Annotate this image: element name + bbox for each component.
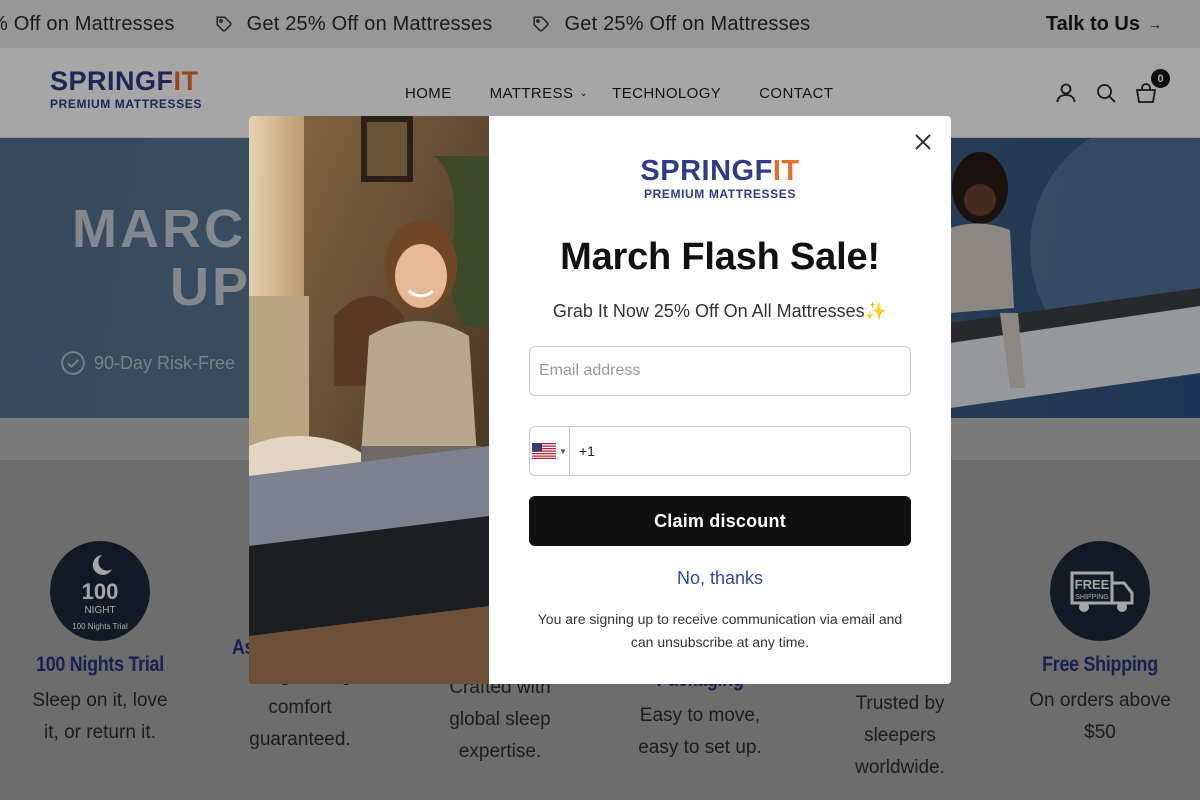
- signup-disclaimer: You are signing up to receive communicat…: [537, 611, 903, 650]
- svg-text:100 Nights Trial: 100 Nights Trial: [72, 622, 128, 631]
- nav-item-contact[interactable]: CONTACT: [759, 85, 833, 102]
- check-circle-icon: [61, 351, 85, 375]
- nav-item-mattress[interactable]: MATTRESS ⌄: [490, 85, 589, 102]
- announcement-message: % Off on Mattresses: [0, 12, 175, 35]
- nav-item-technology[interactable]: TECHNOLOGY: [612, 85, 721, 102]
- svg-text:SHIPPING: SHIPPING: [1075, 594, 1108, 601]
- popup-brand-logo: SPRINGFIT PREMIUM MATTRESSES: [640, 155, 800, 201]
- popup-subtitle: Grab It Now 25% Off On All Mattresses✨: [552, 301, 888, 321]
- popup-content: SPRINGFIT PREMIUM MATTRESSES March Flash…: [489, 116, 951, 684]
- moon-100-night-badge-icon: 100 NIGHT 100 Nights Trial: [50, 541, 150, 641]
- announcement-bar: % Off on Mattresses Get 25% Off on Mattr…: [0, 0, 1200, 48]
- us-flag-icon: [532, 443, 556, 459]
- hero-title: MARC UP: [72, 199, 252, 317]
- arrow-right-icon: →: [1148, 16, 1162, 32]
- nav-item-home[interactable]: HOME: [405, 85, 452, 102]
- phone-field[interactable]: ▼ +1: [529, 426, 911, 476]
- hero-trial-text: 90-Day Risk-Free: [60, 350, 235, 376]
- no-thanks-link[interactable]: No, thanks: [489, 568, 951, 589]
- announcement-message: Get 25% Off on Mattresses: [532, 13, 810, 36]
- talk-to-us-link[interactable]: Talk to Us →: [1046, 0, 1162, 48]
- popup-title: March Flash Sale!: [560, 236, 880, 278]
- svg-text:100: 100: [82, 579, 119, 604]
- tag-icon: [216, 16, 232, 32]
- cart-button[interactable]: 0: [1134, 69, 1170, 105]
- close-icon[interactable]: [911, 130, 935, 154]
- svg-text:NIGHT: NIGHT: [84, 605, 115, 616]
- sparkle-icon: ✨: [864, 301, 888, 321]
- feature-nights-trial: 100 NIGHT 100 Nights Trial 100 Nights Tr…: [0, 541, 200, 749]
- free-shipping-truck-icon: FREE SHIPPING: [1050, 541, 1150, 641]
- email-field[interactable]: [529, 346, 911, 396]
- caret-down-icon: ▼: [559, 446, 567, 456]
- announcement-message: Get 25% Off on Mattresses: [215, 13, 493, 36]
- feature-trusted: Trusted by sleepers worldwide.: [855, 693, 945, 778]
- country-selector[interactable]: ▼: [530, 427, 570, 475]
- user-icon[interactable]: [1054, 81, 1078, 105]
- announcement-marquee: % Off on Mattresses Get 25% Off on Mattr…: [0, 0, 850, 48]
- tag-icon: [533, 16, 550, 32]
- brand-logo[interactable]: SPRINGFIT PREMIUM MATTRESSES: [50, 66, 202, 111]
- hero-model-image: [950, 138, 1200, 408]
- feature-free-shipping: FREE SHIPPING Free Shipping On orders ab…: [1000, 541, 1200, 749]
- header-actions: 0: [1054, 48, 1170, 138]
- phone-country-code[interactable]: +1: [579, 443, 595, 459]
- chevron-down-icon: ⌄: [579, 87, 589, 99]
- popup-model-image: [249, 116, 489, 684]
- feature-expertise: Crafted with global sleep expertise.: [449, 677, 551, 762]
- cart-count-badge: 0: [1151, 69, 1170, 88]
- svg-text:FREE: FREE: [1075, 577, 1110, 592]
- claim-discount-button[interactable]: Claim discount: [529, 496, 911, 546]
- search-icon[interactable]: [1094, 81, 1118, 105]
- discount-popup: SPRINGFIT PREMIUM MATTRESSES March Flash…: [249, 116, 951, 684]
